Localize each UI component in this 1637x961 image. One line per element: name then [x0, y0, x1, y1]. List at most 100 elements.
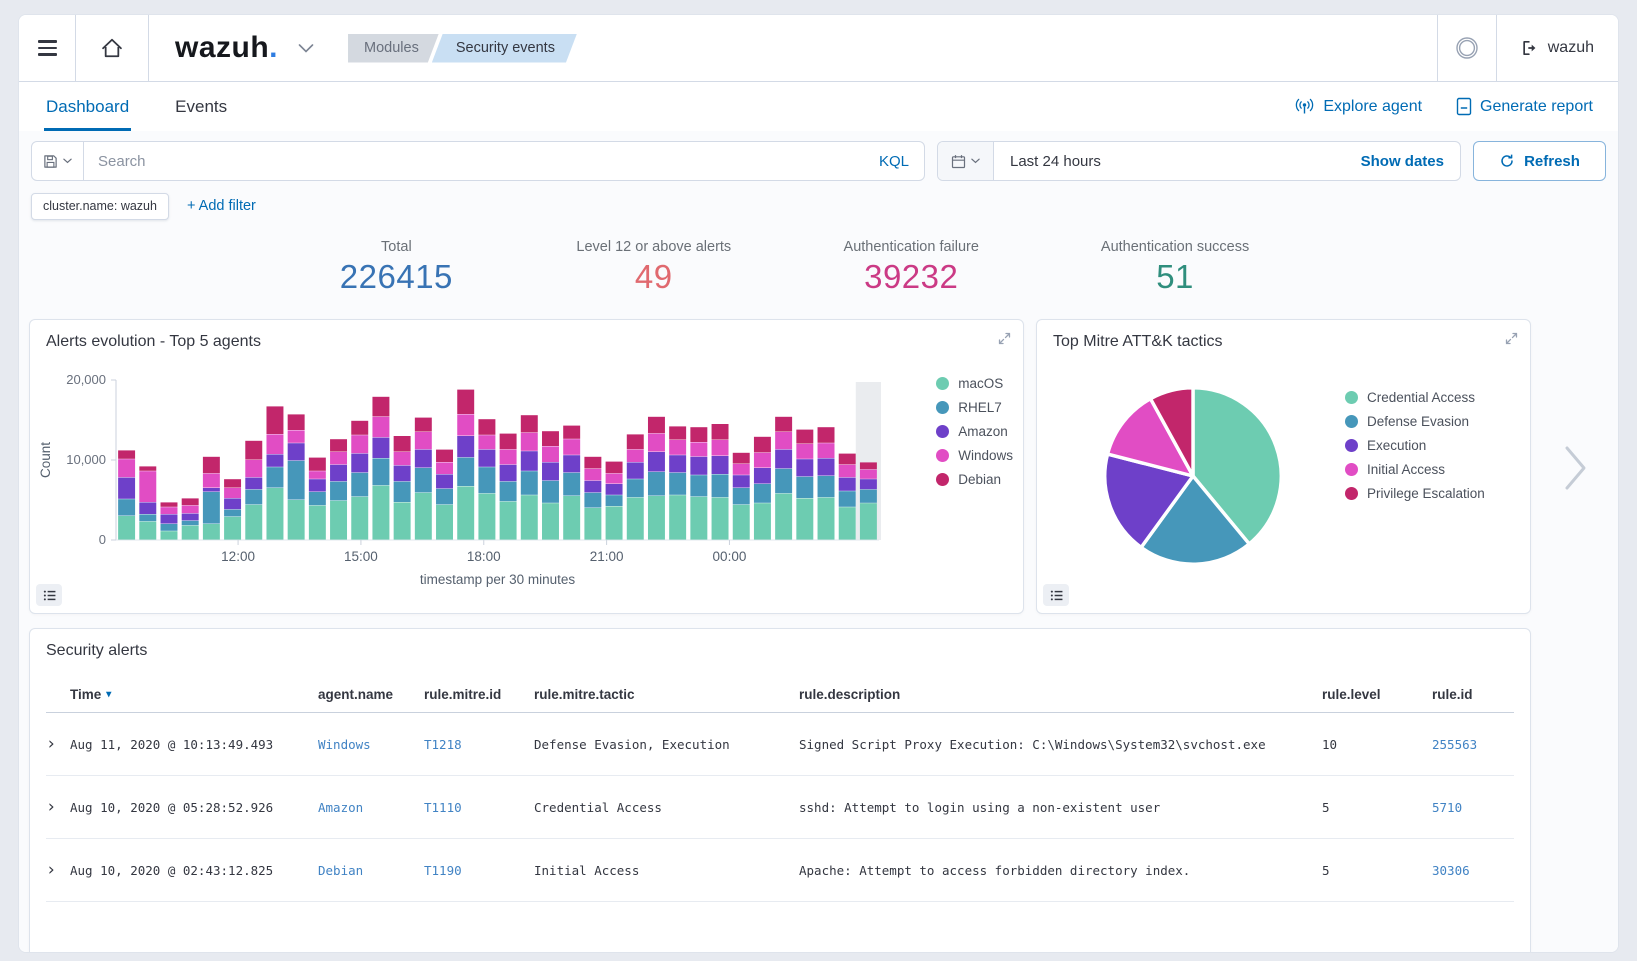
- bar-segment-macOS[interactable]: [521, 495, 538, 539]
- bar-segment-Windows[interactable]: [775, 432, 792, 449]
- bar-segment-Amazon[interactable]: [478, 450, 495, 467]
- bar-segment-Debian[interactable]: [182, 498, 199, 505]
- bar-segment-macOS[interactable]: [372, 486, 389, 540]
- bar-segment-Amazon[interactable]: [394, 466, 411, 482]
- bar-segment-Debian[interactable]: [690, 427, 707, 442]
- bar-segment-Amazon[interactable]: [415, 450, 432, 468]
- bar-segment-macOS[interactable]: [500, 502, 517, 540]
- tab-dashboard[interactable]: Dashboard: [44, 82, 131, 131]
- bar-segment-Windows[interactable]: [754, 453, 771, 468]
- expand-row-chevron-icon[interactable]: ›: [46, 797, 56, 817]
- stat-value[interactable]: 39232: [844, 258, 979, 296]
- bar-segment-Debian[interactable]: [203, 457, 220, 473]
- bar-segment-Windows[interactable]: [394, 452, 411, 465]
- bar-segment-Debian[interactable]: [606, 462, 623, 474]
- bar-segment-Amazon[interactable]: [182, 514, 199, 521]
- bar-segment-Windows[interactable]: [182, 506, 199, 514]
- bar-segment-macOS[interactable]: [563, 496, 580, 540]
- bar-segment-RHEL7[interactable]: [563, 473, 580, 496]
- filter-pill-cluster-name[interactable]: cluster.name: wazuh: [31, 193, 169, 220]
- legend-item-Amazon[interactable]: Amazon: [936, 424, 1013, 439]
- bar-segment-macOS[interactable]: [245, 505, 262, 540]
- bar-segment-Windows[interactable]: [161, 507, 178, 514]
- bar-segment-Amazon[interactable]: [309, 479, 326, 491]
- bar-segment-RHEL7[interactable]: [818, 476, 835, 497]
- bar-segment-Debian[interactable]: [500, 434, 517, 450]
- bar-segment-RHEL7[interactable]: [288, 461, 305, 500]
- column-header-agent-name[interactable]: agent.name: [318, 687, 424, 702]
- generate-report-button[interactable]: Generate report: [1456, 97, 1593, 116]
- bar-segment-RHEL7[interactable]: [733, 488, 750, 504]
- bar-segment-Amazon[interactable]: [712, 456, 729, 474]
- bar-segment-RHEL7[interactable]: [521, 471, 538, 495]
- show-dates-button[interactable]: Show dates: [1361, 153, 1460, 170]
- explore-agent-button[interactable]: Explore agent: [1294, 98, 1422, 116]
- bar-segment-macOS[interactable]: [542, 503, 559, 539]
- bar-segment-Amazon[interactable]: [118, 478, 135, 499]
- legend-item-Credential Access[interactable]: Credential Access: [1345, 390, 1485, 405]
- bar-segment-Debian[interactable]: [245, 441, 262, 460]
- bar-segment-macOS[interactable]: [309, 506, 326, 540]
- bar-segment-Amazon[interactable]: [372, 438, 389, 458]
- bar-segment-RHEL7[interactable]: [627, 479, 644, 497]
- breadcrumb-modules[interactable]: Modules: [348, 34, 439, 63]
- bar-segment-Windows[interactable]: [288, 430, 305, 442]
- bar-segment-Debian[interactable]: [796, 430, 813, 444]
- bar-segment-RHEL7[interactable]: [648, 472, 665, 496]
- bar-segment-Windows[interactable]: [669, 440, 686, 455]
- column-header-rule-mitre-id[interactable]: rule.mitre.id: [424, 687, 534, 702]
- bar-segment-Amazon[interactable]: [266, 454, 283, 466]
- bar-segment-Debian[interactable]: [288, 414, 305, 430]
- bar-segment-macOS[interactable]: [415, 493, 432, 540]
- bar-segment-macOS[interactable]: [118, 516, 135, 540]
- bar-segment-RHEL7[interactable]: [351, 473, 368, 497]
- bar-segment-RHEL7[interactable]: [182, 521, 199, 525]
- bar-segment-Windows[interactable]: [563, 439, 580, 455]
- bar-segment-Amazon[interactable]: [669, 455, 686, 472]
- bar-segment-RHEL7[interactable]: [309, 492, 326, 505]
- bar-segment-Windows[interactable]: [436, 462, 453, 474]
- bar-segment-Windows[interactable]: [478, 435, 495, 449]
- bar-segment-Debian[interactable]: [521, 415, 538, 432]
- bar-segment-RHEL7[interactable]: [606, 495, 623, 506]
- bar-segment-macOS[interactable]: [796, 498, 813, 539]
- bar-segment-Amazon[interactable]: [563, 455, 580, 472]
- bar-segment-Windows[interactable]: [796, 444, 813, 459]
- bar-segment-macOS[interactable]: [182, 526, 199, 540]
- bar-segment-Debian[interactable]: [478, 419, 495, 435]
- bar-segment-Windows[interactable]: [648, 434, 665, 452]
- bar-segment-RHEL7[interactable]: [669, 473, 686, 495]
- bar-segment-Amazon[interactable]: [754, 468, 771, 484]
- expand-panel-button[interactable]: [998, 332, 1011, 345]
- cell-rule-id-link[interactable]: 255563: [1432, 737, 1514, 752]
- bar-segment-RHEL7[interactable]: [457, 458, 474, 486]
- stat-value[interactable]: 51: [1101, 258, 1249, 296]
- cell-rule-id-link[interactable]: 30306: [1432, 863, 1514, 878]
- bar-segment-macOS[interactable]: [478, 494, 495, 540]
- bar-segment-Amazon[interactable]: [860, 479, 877, 489]
- stat-value[interactable]: 49: [576, 258, 731, 296]
- time-range-value[interactable]: Last 24 hours: [994, 153, 1101, 170]
- bar-segment-RHEL7[interactable]: [839, 491, 856, 507]
- bar-segment-Debian[interactable]: [330, 439, 347, 451]
- bar-segment-Amazon[interactable]: [606, 484, 623, 495]
- wazuh-logo[interactable]: wazuh.: [149, 15, 288, 81]
- stat-value[interactable]: 226415: [340, 258, 453, 296]
- bar-segment-macOS[interactable]: [775, 494, 792, 540]
- bar-segment-Amazon[interactable]: [584, 481, 601, 493]
- bar-segment-RHEL7[interactable]: [372, 458, 389, 485]
- bar-segment-Windows[interactable]: [733, 464, 750, 475]
- cell-mitre-id-link[interactable]: T1218: [424, 737, 534, 752]
- bar-segment-Debian[interactable]: [118, 450, 135, 458]
- bar-segment-Windows[interactable]: [203, 474, 220, 488]
- bar-segment-Windows[interactable]: [818, 443, 835, 458]
- bar-segment-RHEL7[interactable]: [754, 484, 771, 503]
- bar-segment-RHEL7[interactable]: [245, 490, 262, 505]
- bar-segment-macOS[interactable]: [648, 496, 665, 540]
- bar-segment-Amazon[interactable]: [224, 498, 241, 509]
- bar-segment-Debian[interactable]: [712, 424, 729, 440]
- bar-segment-Debian[interactable]: [309, 458, 326, 471]
- cell-agent-name-link[interactable]: Windows: [318, 737, 424, 752]
- bar-segment-RHEL7[interactable]: [118, 499, 135, 515]
- app-switcher-chevron-down-icon[interactable]: [288, 15, 324, 81]
